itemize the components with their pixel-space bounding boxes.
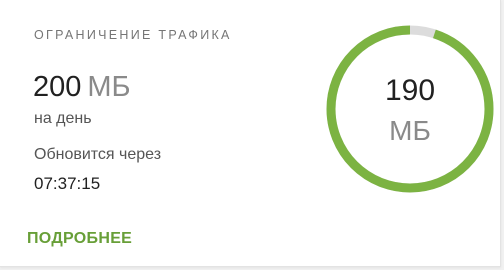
renew-countdown: 07:37:15 — [34, 174, 101, 193]
daily-limit-unit: МБ — [87, 71, 131, 103]
daily-limit-value: 200 — [33, 71, 82, 103]
daily-limit: 200 МБ — [33, 70, 131, 104]
gauge-remaining-value: 190 — [384, 74, 436, 107]
more-details-link[interactable]: ПОДРОБНЕЕ — [27, 230, 132, 248]
card-title: ОГРАНИЧЕНИЕ ТРАФИКА — [34, 28, 232, 42]
gauge-ring — [326, 25, 494, 193]
gauge-fill — [326, 25, 494, 193]
renew-label: Обновится через — [34, 146, 162, 163]
traffic-limit-card: ОГРАНИЧЕНИЕ ТРАФИКА 200 МБ на день Обнови… — [0, 0, 501, 267]
gauge-remaining-unit: МБ — [389, 115, 431, 146]
traffic-remaining-gauge: 190 МБ — [325, 24, 495, 194]
per-day-label: на день — [34, 110, 92, 127]
